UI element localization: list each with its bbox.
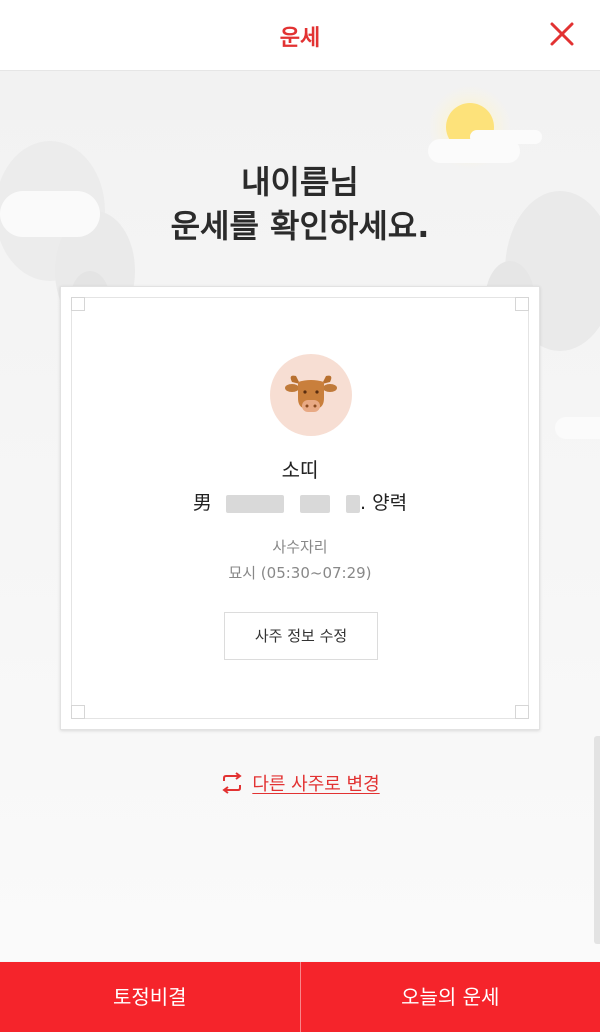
zodiac-name: 소띠 bbox=[281, 458, 319, 482]
close-icon bbox=[550, 22, 574, 46]
zodiac-avatar bbox=[270, 354, 352, 436]
change-saju-label: 다른 사주로 변경 bbox=[252, 774, 380, 795]
redacted-birth-day bbox=[346, 494, 361, 513]
frame-corner bbox=[515, 297, 529, 311]
birth-info: 男 . 양력 bbox=[72, 488, 528, 515]
change-saju-link[interactable]: 다른 사주로 변경 bbox=[0, 770, 600, 796]
page-title: 운세 bbox=[279, 26, 321, 51]
bottom-nav: 토정비결 오늘의 운세 bbox=[0, 962, 600, 1032]
close-button[interactable] bbox=[548, 20, 576, 48]
swap-icon bbox=[222, 772, 242, 794]
headline-line-1: 내이름님 bbox=[241, 163, 359, 201]
headline: 내이름님 운세를 확인하세요. bbox=[0, 160, 600, 248]
tojeong-button[interactable]: 토정비결 bbox=[0, 962, 300, 1032]
card-frame: 소띠 男 . 양력 사수자리 묘시 (05:30~07:29) 사주 정보 수정 bbox=[71, 297, 529, 719]
top-bar: 운세 bbox=[0, 0, 600, 71]
frame-corner bbox=[515, 705, 529, 719]
gender-label: 男 bbox=[192, 492, 212, 514]
calendar-type: . 양력 bbox=[360, 492, 408, 514]
scroll-indicator bbox=[594, 736, 600, 944]
profile-card: 소띠 男 . 양력 사수자리 묘시 (05:30~07:29) 사주 정보 수정 bbox=[60, 286, 540, 730]
redacted-birth-month bbox=[300, 494, 330, 513]
birth-time: 묘시 (05:30~07:29) bbox=[228, 564, 372, 582]
edit-saju-button[interactable]: 사주 정보 수정 bbox=[224, 612, 378, 660]
headline-line-2: 운세를 확인하세요. bbox=[170, 207, 430, 245]
ox-icon bbox=[285, 375, 337, 412]
today-fortune-button[interactable]: 오늘의 운세 bbox=[299, 962, 600, 1032]
frame-corner bbox=[71, 297, 85, 311]
star-sign: 사수자리 bbox=[272, 538, 328, 556]
redacted-birth-year bbox=[225, 494, 284, 513]
frame-corner bbox=[71, 705, 85, 719]
